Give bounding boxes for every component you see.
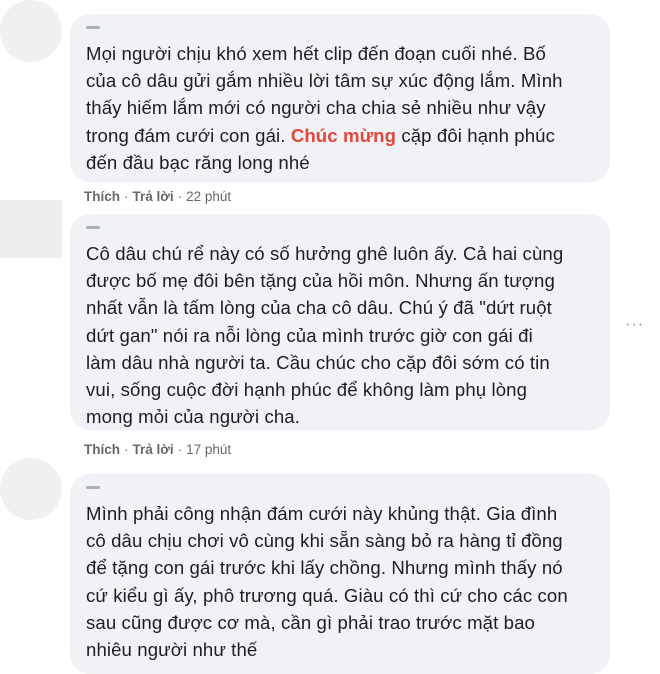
avatar[interactable]	[0, 0, 62, 62]
timestamp[interactable]: 22 phút	[186, 189, 231, 204]
reply-button[interactable]: Trả lời	[133, 189, 174, 204]
like-button[interactable]: Thích	[84, 442, 120, 457]
avatar[interactable]	[0, 200, 62, 258]
separator: ·	[177, 189, 183, 204]
separator: ·	[124, 442, 129, 457]
comment-text: Mọi người chịu khó xem hết clip đến đoạn…	[86, 40, 594, 176]
separator: ·	[124, 189, 129, 204]
comment-text: Cô dâu chú rể này có số hưởng ghê luôn ấ…	[86, 243, 564, 428]
reply-button[interactable]: Trả lời	[133, 442, 174, 457]
avatar[interactable]	[0, 458, 62, 520]
comment-actions: Thích · Trả lời · 22 phút	[84, 189, 231, 204]
more-options-icon[interactable]: ···	[625, 316, 644, 334]
timestamp[interactable]: 17 phút	[186, 442, 231, 457]
comment-bubble: Mọi người chịu khó xem hết clip đến đoạn…	[70, 14, 610, 182]
comment-actions: Thích · Trả lời · 17 phút	[84, 442, 231, 457]
author-name[interactable]	[86, 26, 100, 29]
highlight-text: Chúc mừng	[290, 124, 397, 146]
comment-bubble: Mình phải công nhận đám cưới này khủng t…	[70, 474, 610, 674]
author-name[interactable]	[86, 226, 100, 229]
separator: ·	[177, 442, 183, 457]
like-button[interactable]: Thích	[84, 189, 120, 204]
comment-text: Mình phải công nhận đám cưới này khủng t…	[86, 503, 568, 661]
comment-bubble: Cô dâu chú rể này có số hưởng ghê luôn ấ…	[70, 214, 610, 430]
author-name[interactable]	[86, 486, 100, 489]
